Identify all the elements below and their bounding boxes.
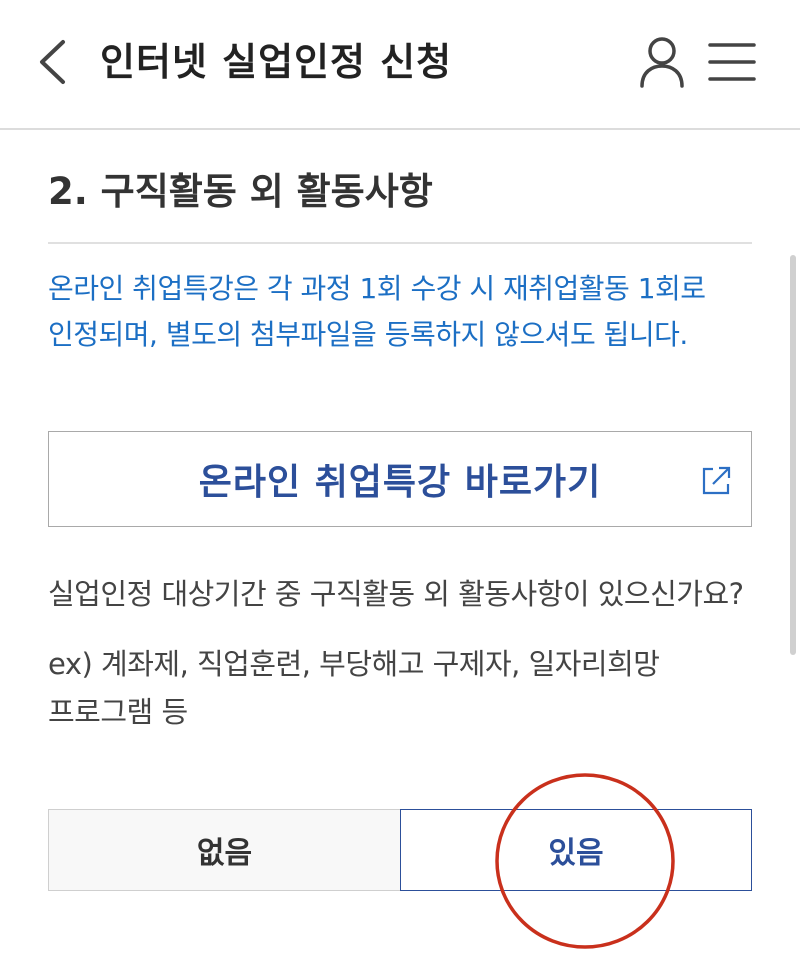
online-lecture-link-button[interactable]: 온라인 취업특강 바로가기: [48, 431, 752, 527]
back-button[interactable]: [30, 38, 74, 86]
menu-button[interactable]: [702, 36, 762, 88]
scrollbar[interactable]: [790, 255, 796, 655]
question-text: 실업인정 대상기간 중 구직활동 외 활동사항이 있으신가요?: [48, 577, 744, 611]
option-none-button[interactable]: 없음: [48, 809, 400, 891]
app-header: 인터넷 실업인정 신청: [0, 0, 800, 130]
activity-question: 실업인정 대상기간 중 구직활동 외 활동사항이 있으신가요? ex) 계좌제,…: [48, 570, 760, 736]
option-yes-button[interactable]: 있음: [400, 809, 752, 891]
online-lecture-notice: 온라인 취업특강은 각 과정 1회 수강 시 재취업활동 1회로 인정되며, 별…: [48, 272, 706, 351]
online-lecture-link-label: 온라인 취업특강 바로가기: [198, 462, 602, 503]
page-title: 인터넷 실업인정 신청: [100, 40, 453, 84]
user-button[interactable]: [632, 34, 692, 90]
chevron-left-icon: [40, 40, 65, 84]
section-title: 2. 구직활동 외 활동사항: [48, 170, 433, 213]
section-divider: [48, 242, 752, 244]
question-example: ex) 계좌제, 직업훈련, 부당해고 구제자, 일자리희망 프로그램 등: [48, 647, 660, 729]
hamburger-menu-icon: [708, 43, 756, 81]
user-icon: [640, 37, 684, 88]
external-link-icon: [702, 466, 731, 495]
